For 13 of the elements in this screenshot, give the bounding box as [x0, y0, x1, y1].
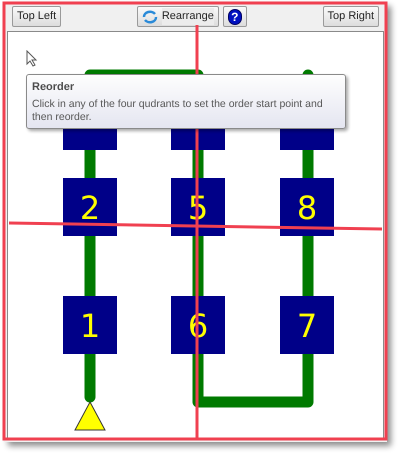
tooltip-text: Click in any of the four qudrants to set the order start point and then reorder.	[32, 98, 324, 124]
numbered-tile: 2	[63, 178, 117, 236]
numbered-tile: 7	[280, 296, 334, 354]
toolbar-button[interactable]: Top Left	[12, 6, 62, 27]
rearrange-button[interactable]: Rearrange	[136, 6, 219, 27]
start-triangle	[74, 400, 106, 430]
help-button[interactable]: ?	[222, 6, 247, 27]
cursor-icon	[26, 50, 38, 67]
toolbar-button[interactable]: Top Right	[322, 6, 380, 27]
refresh-icon	[142, 10, 158, 24]
numbered-tile: 1	[63, 296, 117, 354]
numbered-tile: 8	[280, 178, 334, 236]
tooltip-title: Reorder	[32, 80, 76, 95]
